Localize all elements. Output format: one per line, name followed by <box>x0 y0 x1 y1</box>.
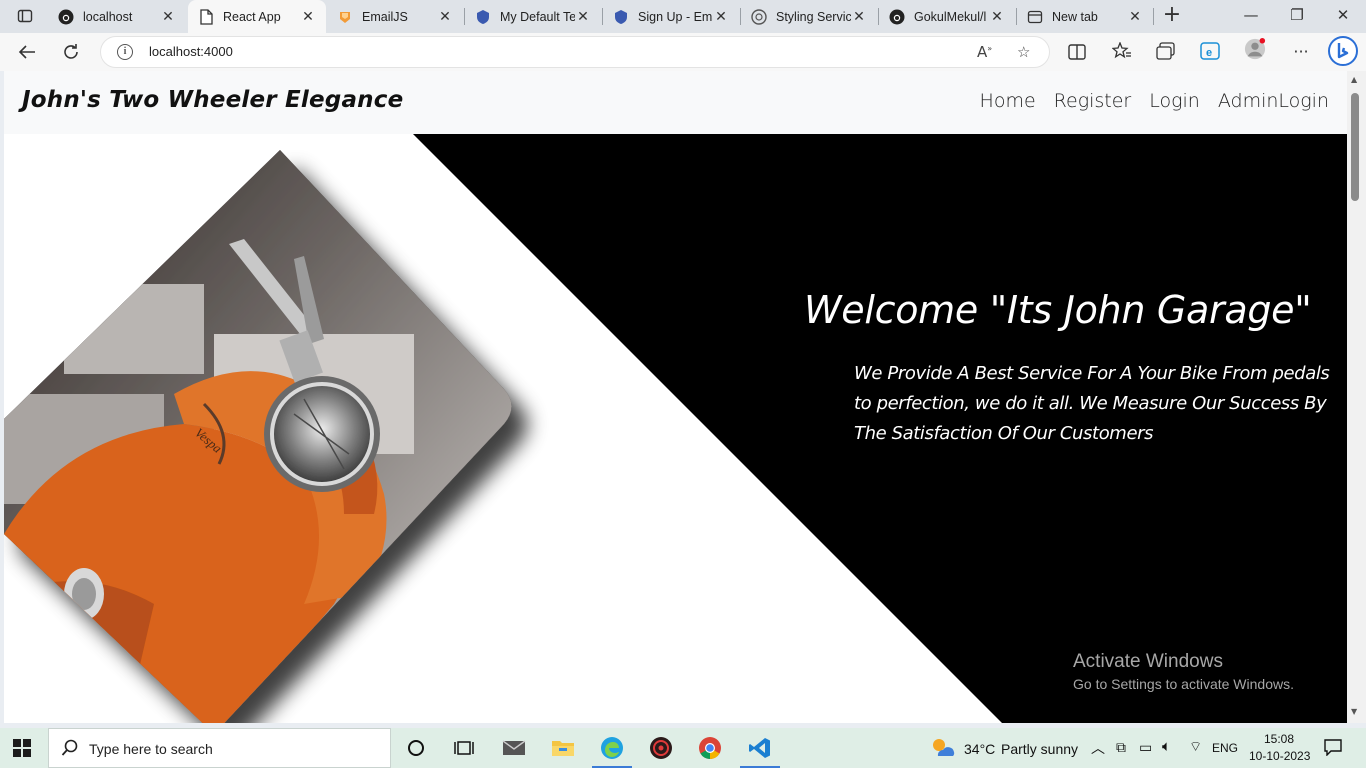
tab-title: EmailJS <box>362 9 408 24</box>
watermark-title: Activate Windows <box>1073 651 1223 672</box>
close-icon[interactable]: ✕ <box>1127 8 1143 25</box>
edge-taskbar-icon[interactable] <box>588 728 636 768</box>
close-window-icon[interactable]: ✕ <box>1320 0 1366 33</box>
weather-icon[interactable] <box>930 736 956 764</box>
weather-condition[interactable]: Partly sunny <box>1001 741 1078 757</box>
favorite-star-icon[interactable]: ☆ <box>1017 43 1030 61</box>
cortana-icon[interactable] <box>392 728 440 768</box>
task-view-icon[interactable] <box>440 728 488 768</box>
back-arrow-icon[interactable] <box>12 38 42 66</box>
close-icon[interactable]: ✕ <box>160 8 176 25</box>
browser-tab-github[interactable]: GokulMekul/l ✕ <box>879 0 1015 33</box>
close-icon[interactable]: ✕ <box>851 8 867 25</box>
hero-tagline: We Provide A Best Service For A Your Bik… <box>854 363 1330 444</box>
search-icon <box>61 739 79 761</box>
hero-title: Welcome "Its John Garage" <box>804 288 1312 332</box>
edge-bar-icon[interactable]: e <box>1199 40 1221 62</box>
tab-title: GokulMekul/l <box>914 9 987 24</box>
tab-title: My Default Te <box>500 9 575 24</box>
favorites-icon[interactable] <box>1111 40 1133 62</box>
tab-title: Styling Servic <box>776 9 851 24</box>
language-indicator[interactable]: ENG <box>1212 741 1238 755</box>
scooter-image: Vespa <box>4 150 512 723</box>
site-nav: Home Register Login AdminLogin <box>980 90 1329 112</box>
page-scrollbar[interactable]: ▲ ▼ <box>1347 71 1366 723</box>
newtab-icon <box>1027 9 1043 25</box>
hero-section: Vespa Welcome "Its John Garage" We Provi… <box>4 134 1347 723</box>
weather-temp[interactable]: 34°C <box>964 741 995 757</box>
github-icon <box>58 9 74 25</box>
emailjs-icon <box>337 9 353 25</box>
split-screen-icon[interactable] <box>1066 41 1088 63</box>
page-viewport: John's Two Wheeler Elegance Home Registe… <box>4 71 1347 723</box>
clock-time[interactable]: 15:08 <box>1264 732 1294 746</box>
mail-icon[interactable] <box>490 728 538 768</box>
chrome-icon[interactable] <box>686 728 734 768</box>
nav-link-home[interactable]: Home <box>980 90 1036 112</box>
page-icon <box>198 8 214 25</box>
profile-avatar[interactable] <box>1244 38 1266 60</box>
watermark-subtitle: Go to Settings to activate Windows. <box>1073 676 1294 692</box>
file-explorer-icon[interactable] <box>539 728 587 768</box>
new-tab-button[interactable]: + <box>1160 4 1184 28</box>
shield-icon <box>613 9 629 25</box>
browser-tab-strip: localhost ✕ React App ✕ EmailJS ✕ My Def… <box>0 0 1366 33</box>
tab-separator <box>1153 8 1154 25</box>
scroll-down-icon[interactable]: ▼ <box>1351 707 1357 716</box>
svg-text:e: e <box>1206 47 1212 59</box>
browser-tab-react-app[interactable]: React App ✕ <box>188 0 326 33</box>
tab-title: localhost <box>83 9 133 24</box>
scroll-up-icon[interactable]: ▲ <box>1351 75 1357 84</box>
taskbar-search-box[interactable]: Type here to search <box>48 728 391 768</box>
tab-title: New tab <box>1052 9 1098 24</box>
activate-windows-watermark: Activate Windows Go to Settings to activ… <box>1073 651 1294 692</box>
browser-tab-sign-up[interactable]: Sign Up - Ema ✕ <box>603 0 739 33</box>
clock-date[interactable]: 10-10-2023 <box>1249 749 1310 763</box>
windows-taskbar: Type here to search 34°C Partly sunny ︿ … <box>0 728 1366 768</box>
nav-link-login[interactable]: Login <box>1149 90 1200 112</box>
site-brand[interactable]: John's Two Wheeler Elegance <box>22 87 403 113</box>
notifications-icon[interactable] <box>1324 739 1342 760</box>
browser-toolbar: i localhost:4000 A» ☆ e ··· <box>0 33 1366 71</box>
collections-icon[interactable] <box>1155 40 1177 62</box>
bing-copilot-icon[interactable] <box>1328 36 1358 66</box>
speaker-icon[interactable]: 🔈︎ <box>1162 738 1171 755</box>
browser-tab-new-tab[interactable]: New tab ✕ <box>1017 0 1153 33</box>
site-header: John's Two Wheeler Elegance Home Registe… <box>4 71 1347 134</box>
close-icon[interactable]: ✕ <box>575 8 591 25</box>
chevron-up-icon[interactable]: ︿ <box>1091 738 1105 758</box>
refresh-icon[interactable] <box>56 38 86 66</box>
browser-tab-styling-service[interactable]: Styling Servic ✕ <box>741 0 877 33</box>
chatgpt-icon <box>751 8 767 25</box>
close-icon[interactable]: ✕ <box>989 8 1005 25</box>
close-icon[interactable]: ✕ <box>437 8 453 25</box>
site-info-icon[interactable]: i <box>117 44 133 60</box>
close-icon[interactable]: ✕ <box>300 8 316 25</box>
wifi-icon[interactable]: ⌔ <box>1189 738 1202 756</box>
nav-link-admin-login[interactable]: AdminLogin <box>1218 90 1329 112</box>
tab-title: Sign Up - Ema <box>638 9 713 24</box>
minimize-icon[interactable]: — <box>1228 0 1274 33</box>
scrollbar-thumb[interactable] <box>1351 93 1359 201</box>
browser-tab-localhost[interactable]: localhost ✕ <box>48 0 186 33</box>
windows-start-icon[interactable] <box>12 738 32 762</box>
browser-tab-my-default[interactable]: My Default Te ✕ <box>465 0 601 33</box>
address-bar[interactable]: i localhost:4000 A» ☆ <box>100 36 1050 68</box>
shield-icon <box>475 9 491 25</box>
tab-actions-icon[interactable] <box>8 4 42 28</box>
network-device-icon[interactable]: ⧉ <box>1116 739 1126 756</box>
restore-icon[interactable]: ❐ <box>1274 0 1320 33</box>
app-red-icon[interactable] <box>637 728 685 768</box>
more-options-icon[interactable]: ··· <box>1290 40 1312 62</box>
read-aloud-icon[interactable]: A» <box>977 43 992 61</box>
url-text[interactable]: localhost:4000 <box>149 44 233 59</box>
vscode-icon[interactable] <box>736 728 784 768</box>
battery-icon[interactable]: ▭ <box>1139 739 1152 756</box>
close-icon[interactable]: ✕ <box>713 8 729 25</box>
browser-tab-emailjs[interactable]: EmailJS ✕ <box>327 0 463 33</box>
search-placeholder: Type here to search <box>89 741 213 757</box>
github-icon <box>889 9 905 25</box>
tab-title: React App <box>223 9 281 24</box>
nav-link-register[interactable]: Register <box>1054 90 1132 112</box>
